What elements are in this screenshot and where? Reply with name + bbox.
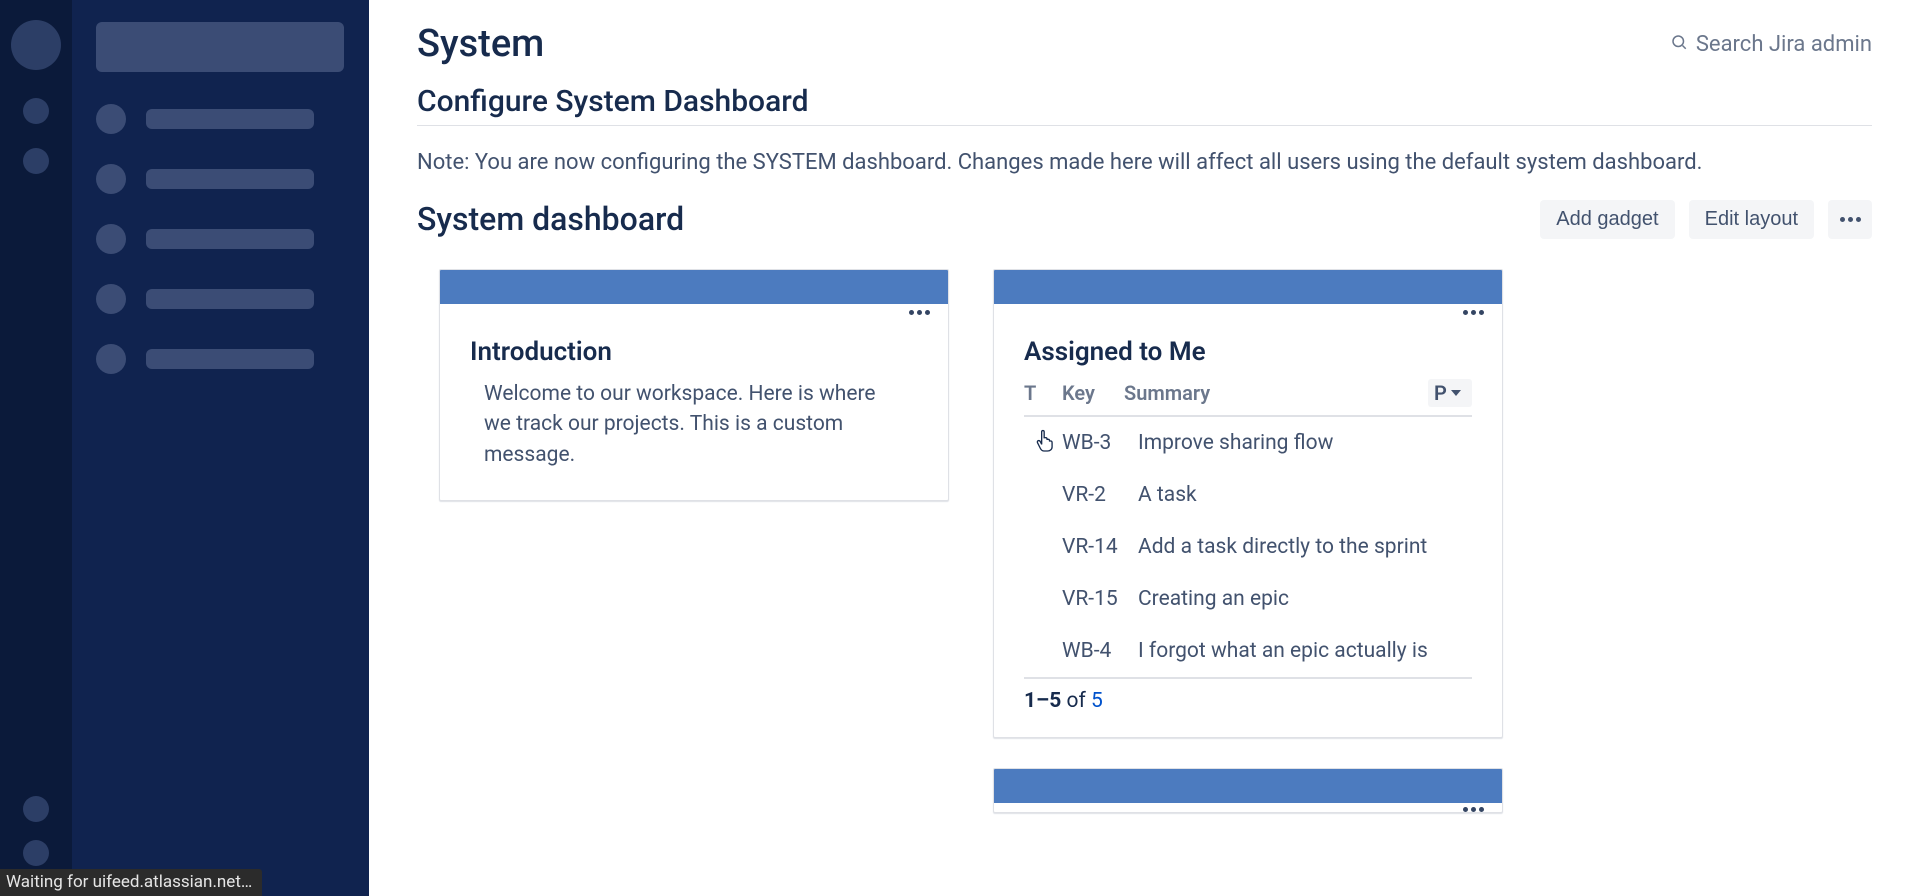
chevron-down-icon — [1451, 390, 1461, 396]
placeholder-icon — [96, 224, 126, 254]
dashboard-column-left: Introduction Welcome to our workspace. H… — [439, 269, 949, 501]
issue-key[interactable]: VR-14 — [1062, 535, 1124, 559]
assigned-table-header: T Key Summary P — [1024, 379, 1472, 417]
placeholder-icon — [96, 164, 126, 194]
dashboard-heading: System dashboard — [417, 200, 684, 238]
gadget-header — [440, 270, 948, 304]
issue-key[interactable]: VR-15 — [1062, 587, 1124, 611]
table-row[interactable]: VR-15 Creating an epic — [1024, 573, 1472, 625]
sidebar-item[interactable] — [96, 104, 345, 134]
search-icon — [1670, 32, 1688, 57]
gadget-header — [994, 769, 1502, 803]
issue-key[interactable]: WB-4 — [1062, 639, 1124, 663]
gadget-partial — [993, 768, 1503, 813]
sub-heading: Configure System Dashboard — [417, 84, 1872, 126]
table-row[interactable]: VR-14 Add a task directly to the sprint — [1024, 521, 1472, 573]
gadget-more-icon[interactable] — [1463, 807, 1484, 812]
issue-summary[interactable]: Add a task directly to the sprint — [1138, 535, 1472, 559]
issue-key[interactable]: VR-2 — [1062, 483, 1124, 507]
dashboard-column-right: Assigned to Me T Key Summary P — [993, 269, 1503, 813]
assigned-footer: 1–5 of 5 — [1024, 677, 1472, 713]
sidebar-item[interactable] — [96, 224, 345, 254]
note-text: Note: You are now configuring the SYSTEM… — [417, 148, 1872, 178]
table-row[interactable]: WB-4 I forgot what an epic actually is — [1024, 625, 1472, 677]
footer-range: 1–5 — [1024, 689, 1061, 713]
placeholder-label — [146, 169, 314, 189]
browser-status-bar: Waiting for uifeed.atlassian.net… — [0, 869, 262, 896]
main: System Search Jira admin Configure Syste… — [369, 0, 1920, 896]
issue-summary[interactable]: Creating an epic — [1138, 587, 1472, 611]
intro-text: Welcome to our workspace. Here is where … — [470, 379, 918, 476]
sidebar-search-placeholder[interactable] — [96, 22, 344, 72]
nav-icon-1[interactable] — [23, 98, 49, 124]
add-gadget-button[interactable]: Add gadget — [1540, 200, 1674, 239]
gadget-more-icon[interactable] — [1463, 310, 1484, 315]
sidebar-item[interactable] — [96, 284, 345, 314]
issue-summary[interactable]: A task — [1138, 483, 1472, 507]
sidebar-item[interactable] — [96, 344, 345, 374]
gadget-header — [994, 270, 1502, 304]
search-jira-admin[interactable]: Search Jira admin — [1670, 32, 1872, 57]
nav-bottom-icon-1[interactable] — [23, 796, 49, 822]
placeholder-label — [146, 229, 314, 249]
gadget-title: Assigned to Me — [1024, 337, 1472, 367]
placeholder-label — [146, 289, 314, 309]
app-logo-icon[interactable] — [11, 20, 61, 70]
nav-icon-2[interactable] — [23, 148, 49, 174]
page-title: System — [417, 22, 544, 66]
placeholder-label — [146, 349, 314, 369]
placeholder-label — [146, 109, 314, 129]
more-actions-button[interactable] — [1828, 200, 1872, 239]
nav-bottom-icon-2[interactable] — [23, 840, 49, 866]
global-nav — [0, 0, 72, 896]
table-row[interactable]: VR-2 A task — [1024, 469, 1472, 521]
gadget-more-icon[interactable] — [909, 310, 930, 315]
placeholder-icon — [96, 104, 126, 134]
sidebar — [72, 0, 369, 896]
col-summary[interactable]: Summary — [1124, 381, 1428, 405]
table-row[interactable]: WB-3 Improve sharing flow — [1024, 417, 1472, 469]
col-priority-dropdown[interactable]: P — [1428, 379, 1472, 407]
more-icon — [1840, 217, 1861, 222]
col-key[interactable]: Key — [1062, 381, 1124, 405]
edit-layout-button[interactable]: Edit layout — [1689, 200, 1814, 239]
footer-total-link[interactable]: 5 — [1091, 689, 1103, 713]
col-priority-label: P — [1434, 381, 1447, 405]
issue-key[interactable]: WB-3 — [1062, 431, 1124, 455]
issue-summary[interactable]: Improve sharing flow — [1138, 431, 1472, 455]
gadget-title: Introduction — [470, 337, 918, 367]
issue-summary[interactable]: I forgot what an epic actually is — [1138, 639, 1472, 663]
col-type[interactable]: T — [1024, 381, 1062, 405]
placeholder-icon — [96, 344, 126, 374]
sidebar-item[interactable] — [96, 164, 345, 194]
footer-of: of — [1061, 689, 1091, 713]
gadget-assigned-to-me: Assigned to Me T Key Summary P — [993, 269, 1503, 738]
placeholder-icon — [96, 284, 126, 314]
search-admin-label: Search Jira admin — [1696, 32, 1872, 57]
gadget-introduction: Introduction Welcome to our workspace. H… — [439, 269, 949, 501]
